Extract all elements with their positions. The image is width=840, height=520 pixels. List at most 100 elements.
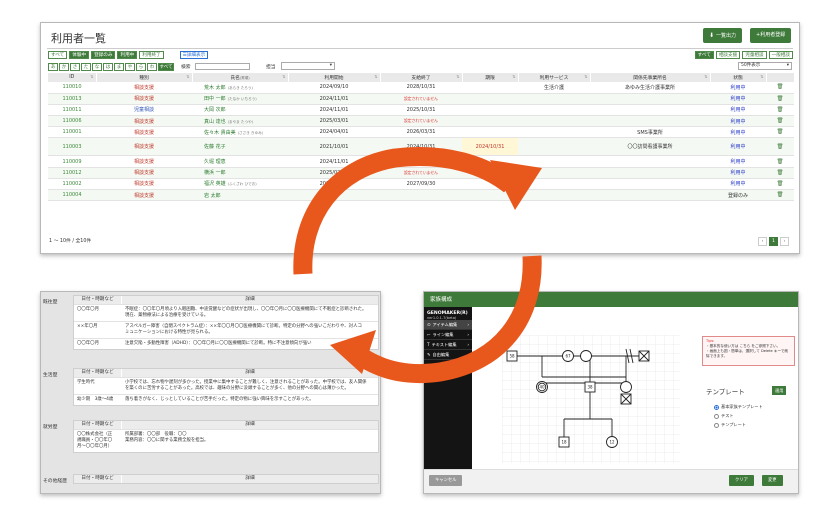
clear-button[interactable]: クリア xyxy=(729,475,754,486)
filter-all[interactable]: すべて xyxy=(48,51,68,59)
type-filter-child[interactable]: 児童相談 xyxy=(742,51,767,59)
cell-name[interactable]: 横浜 一郎 xyxy=(192,167,288,179)
col-office[interactable]: 関係先事業所名 ⇅ xyxy=(590,73,711,82)
export-button[interactable]: ⬇ 一覧出力 xyxy=(703,28,743,43)
female-node[interactable] xyxy=(620,381,632,393)
page-1-button[interactable]: 1 xyxy=(769,237,778,246)
female-node[interactable]: 12 xyxy=(606,436,618,448)
filter-registered[interactable]: 登録のみ xyxy=(91,51,116,59)
user-name-link[interactable]: 佐々木 貴由美 xyxy=(204,130,236,136)
template-option-test[interactable]: テスト xyxy=(714,413,734,419)
cell-name[interactable]: 荒木 太郎 (あらき たろう) xyxy=(192,82,288,94)
table-row[interactable]: 110004 相談支援 岩 太郎 登録のみ 🗑 xyxy=(48,189,794,202)
user-name-link[interactable]: 福沢 英雄 xyxy=(204,181,226,187)
cell-name[interactable]: 大岡 次郎 xyxy=(192,104,288,117)
tool-free-edit[interactable]: ✎ 自由編集 xyxy=(424,350,472,360)
kana-wa[interactable]: わ xyxy=(147,62,157,71)
kana-all[interactable]: すべて xyxy=(158,62,174,71)
female-node[interactable]: 67 xyxy=(562,350,574,362)
tool-line-edit[interactable]: ⌐ ライン編集 › xyxy=(424,330,472,340)
type-filter-all[interactable]: すべて xyxy=(694,51,714,59)
delete-icon[interactable]: 🗑 xyxy=(766,178,794,191)
kana-sa[interactable]: さ xyxy=(70,62,80,71)
male-node[interactable]: 18 xyxy=(558,436,570,448)
female-node[interactable]: 40 xyxy=(536,381,548,393)
col-end[interactable]: 支給終了 ⇅ xyxy=(380,73,463,82)
user-name-link[interactable]: 横浜 一郎 xyxy=(204,170,226,176)
delete-icon[interactable]: 🗑 xyxy=(766,93,794,105)
table-row[interactable]: 110010 相談支援 荒木 太郎 (あらき たろう) 2024/09/10 2028/1… xyxy=(48,82,794,94)
history-row[interactable]: 〇〇年〇月 注意欠陥・多動性障害（ADHD）：〇〇年〇月に〇〇医療機関にて診断。特… xyxy=(74,338,378,349)
template-option-basic[interactable]: 基本家族テンプレート xyxy=(714,404,763,410)
type-filter-consult[interactable]: 相談支援 xyxy=(715,51,741,59)
table-row[interactable]: 110012 相談支援 横浜 一郎 2025/02/01 設定されていません 利用中 🗑 xyxy=(48,167,794,179)
col-limit[interactable]: 期限 ⇅ xyxy=(462,73,519,82)
change-button[interactable]: 変更 xyxy=(762,475,783,486)
cell-name[interactable]: 真山 達也 (まやま たつや) xyxy=(192,115,288,128)
table-row[interactable]: 110002 相談支援 福沢 英雄 (ふくざわ ひでお) 2024/10/01 2027/… xyxy=(48,178,794,191)
search-input[interactable] xyxy=(194,63,250,70)
delete-icon[interactable]: 🗑 xyxy=(766,104,794,117)
table-row[interactable]: 110006 相談支援 真山 達也 (まやま たつや) 2025/03/01 設定されてい… xyxy=(48,115,794,128)
cancel-button[interactable]: キャンセル xyxy=(429,475,463,486)
delete-icon[interactable]: 🗑 xyxy=(766,167,794,179)
kana-ya[interactable]: や xyxy=(125,62,135,71)
delete-icon[interactable]: 🗑 xyxy=(766,82,794,94)
table-row[interactable]: 110009 相談支援 久堀 理恵 2024/11/01 2026/10/31 利用中 🗑 xyxy=(48,155,794,168)
male-node[interactable] xyxy=(620,393,632,405)
col-id[interactable]: ID ⇅ xyxy=(48,73,97,82)
user-name-link[interactable]: 田中 一郎 xyxy=(204,96,226,102)
prev-page-button[interactable]: ‹ xyxy=(758,237,767,246)
filter-trial[interactable]: 体験中 xyxy=(69,51,90,59)
tool-text-edit[interactable]: T テキスト編集 › xyxy=(424,340,472,350)
history-row[interactable]: 幼少期 3歳〜4歳 落ち着きがなく、じっとしていることが苦手だった。特定の物に強い… xyxy=(74,394,378,405)
filter-ended[interactable]: 利用終了 xyxy=(139,51,164,59)
kana-ha[interactable]: は xyxy=(103,62,113,71)
history-row[interactable]: 学生時代 小学校では、忘れ物や遅刻が多かった。授業中に集中することが難しく、注意さ… xyxy=(74,377,378,394)
user-name-link[interactable]: 久堀 理恵 xyxy=(204,159,226,165)
delete-icon[interactable]: 🗑 xyxy=(766,155,794,168)
per-page-select[interactable]: 50件表示 ▾ xyxy=(738,62,792,70)
table-row[interactable]: 110011 児童相談 大岡 次郎 2024/11/01 2025/10/31 利用中 🗑 xyxy=(48,104,794,117)
kana-ma[interactable]: ま xyxy=(114,62,124,71)
delete-icon[interactable]: 🗑 xyxy=(766,115,794,128)
kana-na[interactable]: な xyxy=(92,62,102,71)
col-status[interactable]: 状態 ⇅ xyxy=(710,73,767,82)
cell-name[interactable]: 佐々木 貴由美 (ささき きゆみ) xyxy=(192,126,288,139)
cell-name[interactable]: 久堀 理恵 xyxy=(192,155,288,168)
male-node[interactable]: 58 xyxy=(506,350,518,362)
tool-item-edit[interactable]: ⊙ アイテム編集 › xyxy=(424,320,472,330)
user-name-link[interactable]: 荒木 太郎 xyxy=(204,85,226,91)
table-row[interactable]: 110013 相談支援 田中 一郎 (たなか いちろう) 2024/11/01 設定されて… xyxy=(48,93,794,105)
template-option-template[interactable]: テンプレート xyxy=(714,422,746,428)
user-name-link[interactable]: 真山 達也 xyxy=(204,119,226,125)
male-node[interactable]: 38 xyxy=(584,381,596,393)
user-name-link[interactable]: 大岡 次郎 xyxy=(204,107,226,113)
cell-name[interactable]: 福沢 英雄 (ふくざわ ひでお) xyxy=(192,178,288,191)
cell-name[interactable]: 田中 一郎 (たなか いちろう) xyxy=(192,93,288,105)
kana-ta[interactable]: た xyxy=(81,62,91,71)
kana-a[interactable]: あ xyxy=(48,62,58,71)
col-start[interactable]: 利用開始 ⇅ xyxy=(288,73,381,82)
male-node[interactable] xyxy=(638,350,650,362)
female-node[interactable] xyxy=(580,350,592,362)
template-apply-button[interactable]: 適用 xyxy=(772,386,787,395)
detail-view-button[interactable]: ☰詳細表示 xyxy=(179,51,209,59)
type-filter-general[interactable]: 一般相談 xyxy=(768,51,793,59)
delete-icon[interactable]: 🗑 xyxy=(766,126,794,139)
register-user-button[interactable]: +利用者登録 xyxy=(750,28,792,43)
col-type[interactable]: 種別 ⇅ xyxy=(96,73,193,82)
delete-icon[interactable]: 🗑 xyxy=(766,189,794,202)
col-service[interactable]: 利用サービス ⇅ xyxy=(518,73,591,82)
next-page-button[interactable]: › xyxy=(780,237,789,246)
col-name[interactable]: 氏名(昇順) ⇅ xyxy=(192,73,289,82)
kana-ka[interactable]: か xyxy=(59,62,69,71)
history-row[interactable]: 〇〇株式会社（正 規職員・〇〇年〇 月〜〇〇年〇月） 所属部署：〇〇部 役職：〇〇… xyxy=(74,429,378,452)
cell-name[interactable]: 岩 太郎 xyxy=(192,189,288,202)
user-name-link[interactable]: 佐藤 花子 xyxy=(204,144,226,150)
genogram-canvas[interactable]: 58 67 40 38 18 12 xyxy=(502,335,680,463)
table-row[interactable]: 110001 相談支援 佐々木 貴由美 (ささき きゆみ) 2024/04/01 2026… xyxy=(48,126,794,139)
history-row[interactable]: ××年〇月 アスペルガー障害（自閉スペクトラム症）：××年〇〇月〇〇医療機関にて診… xyxy=(74,321,378,338)
history-row[interactable]: 〇〇年〇月 不眠症：〇〇年〇月頃より入眠困難、中途覚醒などの症状が出現し、〇〇年〇… xyxy=(74,304,378,321)
staff-select[interactable]: ▾ xyxy=(281,62,335,70)
